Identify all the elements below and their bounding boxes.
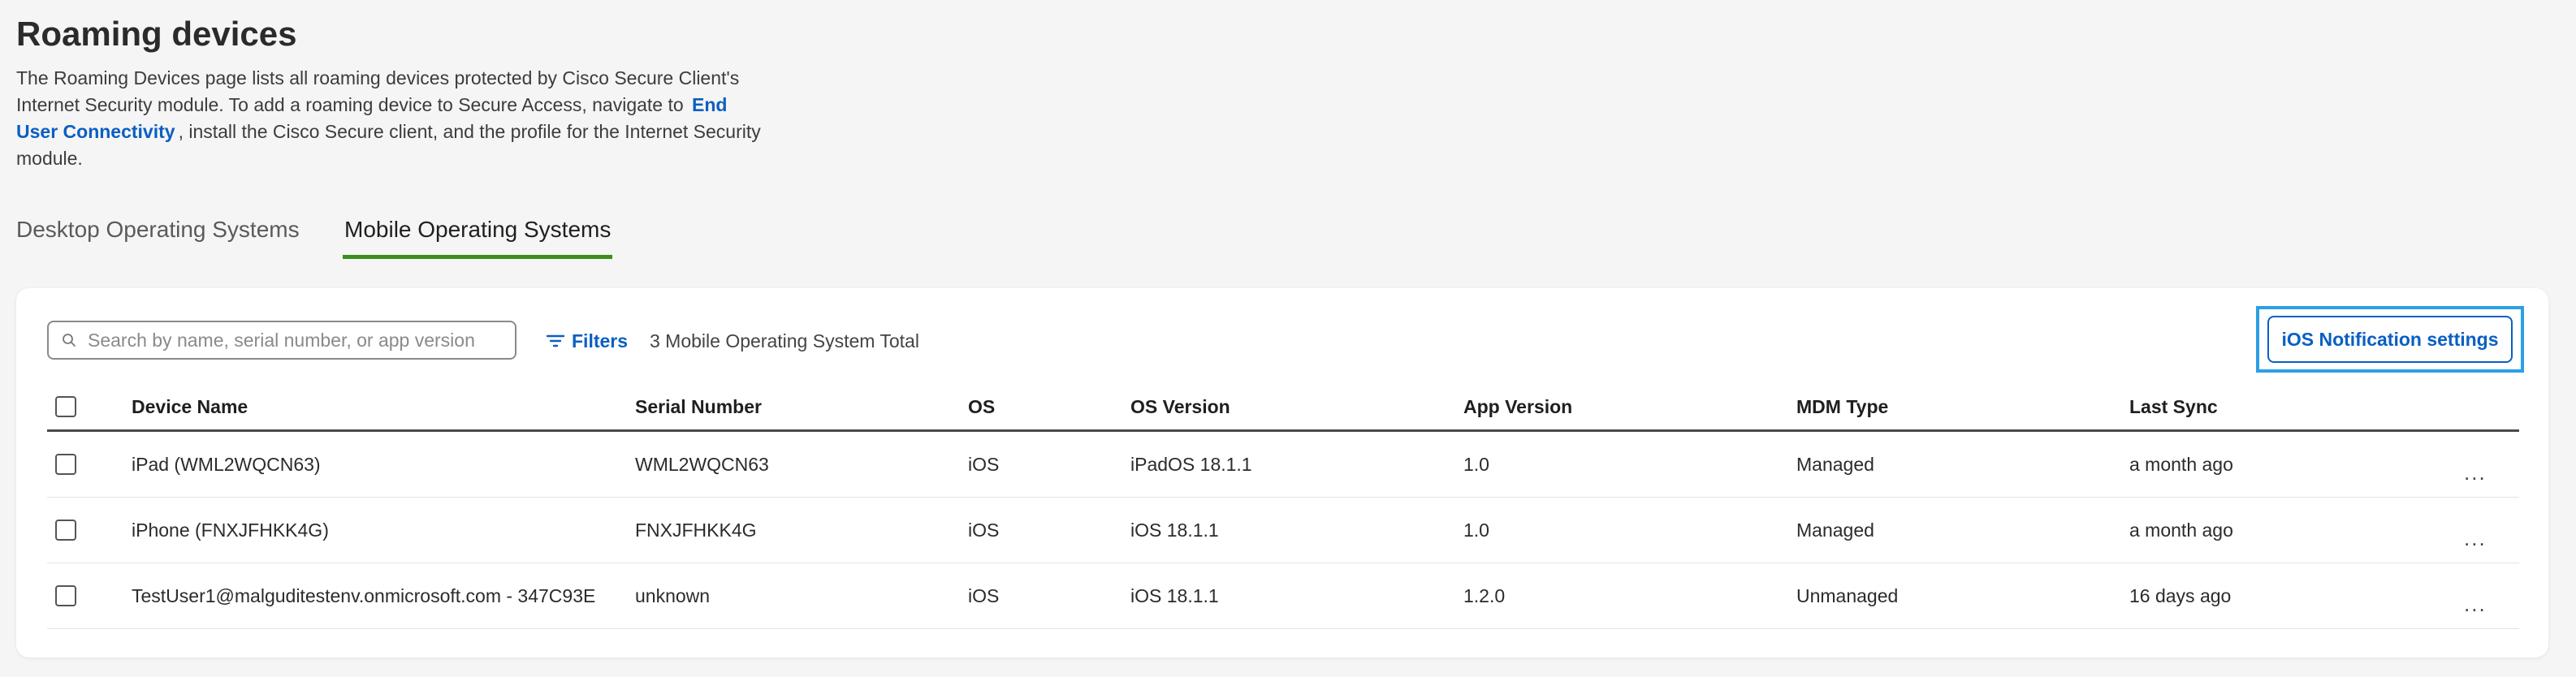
os-cell: iOS	[968, 519, 1000, 541]
header-serial-number[interactable]: Serial Number	[635, 384, 762, 429]
app-version-cell: 1.0	[1463, 519, 1489, 541]
last-sync-cell: 16 days ago	[2129, 584, 2232, 606]
os-version-cell: iPadOS 18.1.1	[1130, 453, 1252, 475]
device-name-cell: iPad (WML2WQCN63)	[132, 453, 321, 475]
filters-button[interactable]: Filters	[546, 322, 628, 360]
table-row[interactable]: TestUser1@malguditestenv.onmicrosoft.com…	[47, 563, 2519, 629]
last-sync-cell: a month ago	[2129, 453, 2233, 475]
serial-number-cell: WML2WQCN63	[635, 453, 769, 475]
os-version-cell: iOS 18.1.1	[1130, 584, 1219, 606]
os-cell: iOS	[968, 584, 1000, 606]
os-version-cell: iOS 18.1.1	[1130, 519, 1219, 541]
tab-desktop-operating-systems[interactable]: Desktop Operating Systems	[16, 211, 300, 255]
devices-card: Filters 3 Mobile Operating System Total …	[16, 288, 2548, 658]
search-icon	[63, 334, 76, 347]
table-header-row: Device Name Serial Number OS OS Version …	[47, 384, 2519, 432]
row-select-cell	[55, 498, 76, 563]
row-select-cell	[55, 563, 76, 628]
roaming-devices-page: Roaming devices The Roaming Devices page…	[0, 0, 2576, 677]
mdm-type-cell: Managed	[1796, 519, 1874, 541]
header-last-sync[interactable]: Last Sync	[2129, 384, 2218, 429]
select-all-cell	[55, 384, 76, 429]
page-description: The Roaming Devices page lists all roami…	[16, 65, 763, 172]
total-count: 3 Mobile Operating System Total	[650, 330, 919, 351]
more-actions-icon[interactable]: ...	[2464, 440, 2487, 505]
more-actions-icon[interactable]: ...	[2464, 506, 2487, 571]
ios-notification-highlight: iOS Notification settings	[2256, 306, 2524, 373]
filter-icon	[546, 334, 565, 347]
ios-notification-settings-button[interactable]: iOS Notification settings	[2267, 316, 2513, 363]
header-mdm-type[interactable]: MDM Type	[1796, 384, 1888, 429]
row-select-cell	[55, 432, 76, 497]
search-box[interactable]	[47, 321, 516, 360]
last-sync-cell: a month ago	[2129, 519, 2233, 541]
serial-number-cell: FNXJFHKK4G	[635, 519, 757, 541]
more-actions-icon[interactable]: ...	[2464, 571, 2487, 636]
filters-label: Filters	[572, 330, 629, 351]
device-name-cell: TestUser1@malguditestenv.onmicrosoft.com…	[132, 584, 596, 606]
header-os-version[interactable]: OS Version	[1130, 384, 1230, 429]
page-title: Roaming devices	[16, 15, 297, 53]
search-input[interactable]	[86, 328, 495, 352]
app-version-cell: 1.2.0	[1463, 584, 1506, 606]
mdm-type-cell: Managed	[1796, 453, 1874, 475]
header-device-name[interactable]: Device Name	[132, 384, 248, 429]
table-row[interactable]: iPhone (FNXJFHKK4G) FNXJFHKK4G iOS iOS 1…	[47, 498, 2519, 563]
devices-table: Device Name Serial Number OS OS Version …	[47, 384, 2519, 629]
os-cell: iOS	[968, 453, 1000, 475]
app-version-cell: 1.0	[1463, 453, 1489, 475]
device-name-cell: iPhone (FNXJFHKK4G)	[132, 519, 329, 541]
row-checkbox[interactable]	[55, 520, 76, 541]
mdm-type-cell: Unmanaged	[1796, 584, 1899, 606]
row-checkbox[interactable]	[55, 454, 76, 475]
row-checkbox[interactable]	[55, 585, 76, 606]
select-all-checkbox[interactable]	[55, 396, 76, 417]
header-os[interactable]: OS	[968, 384, 995, 429]
header-app-version[interactable]: App Version	[1463, 384, 1572, 429]
table-row[interactable]: iPad (WML2WQCN63) WML2WQCN63 iOS iPadOS …	[47, 432, 2519, 498]
description-text: The Roaming Devices page lists all roami…	[16, 67, 740, 115]
tab-mobile-operating-systems[interactable]: Mobile Operating Systems	[343, 211, 613, 259]
serial-number-cell: unknown	[635, 584, 711, 606]
